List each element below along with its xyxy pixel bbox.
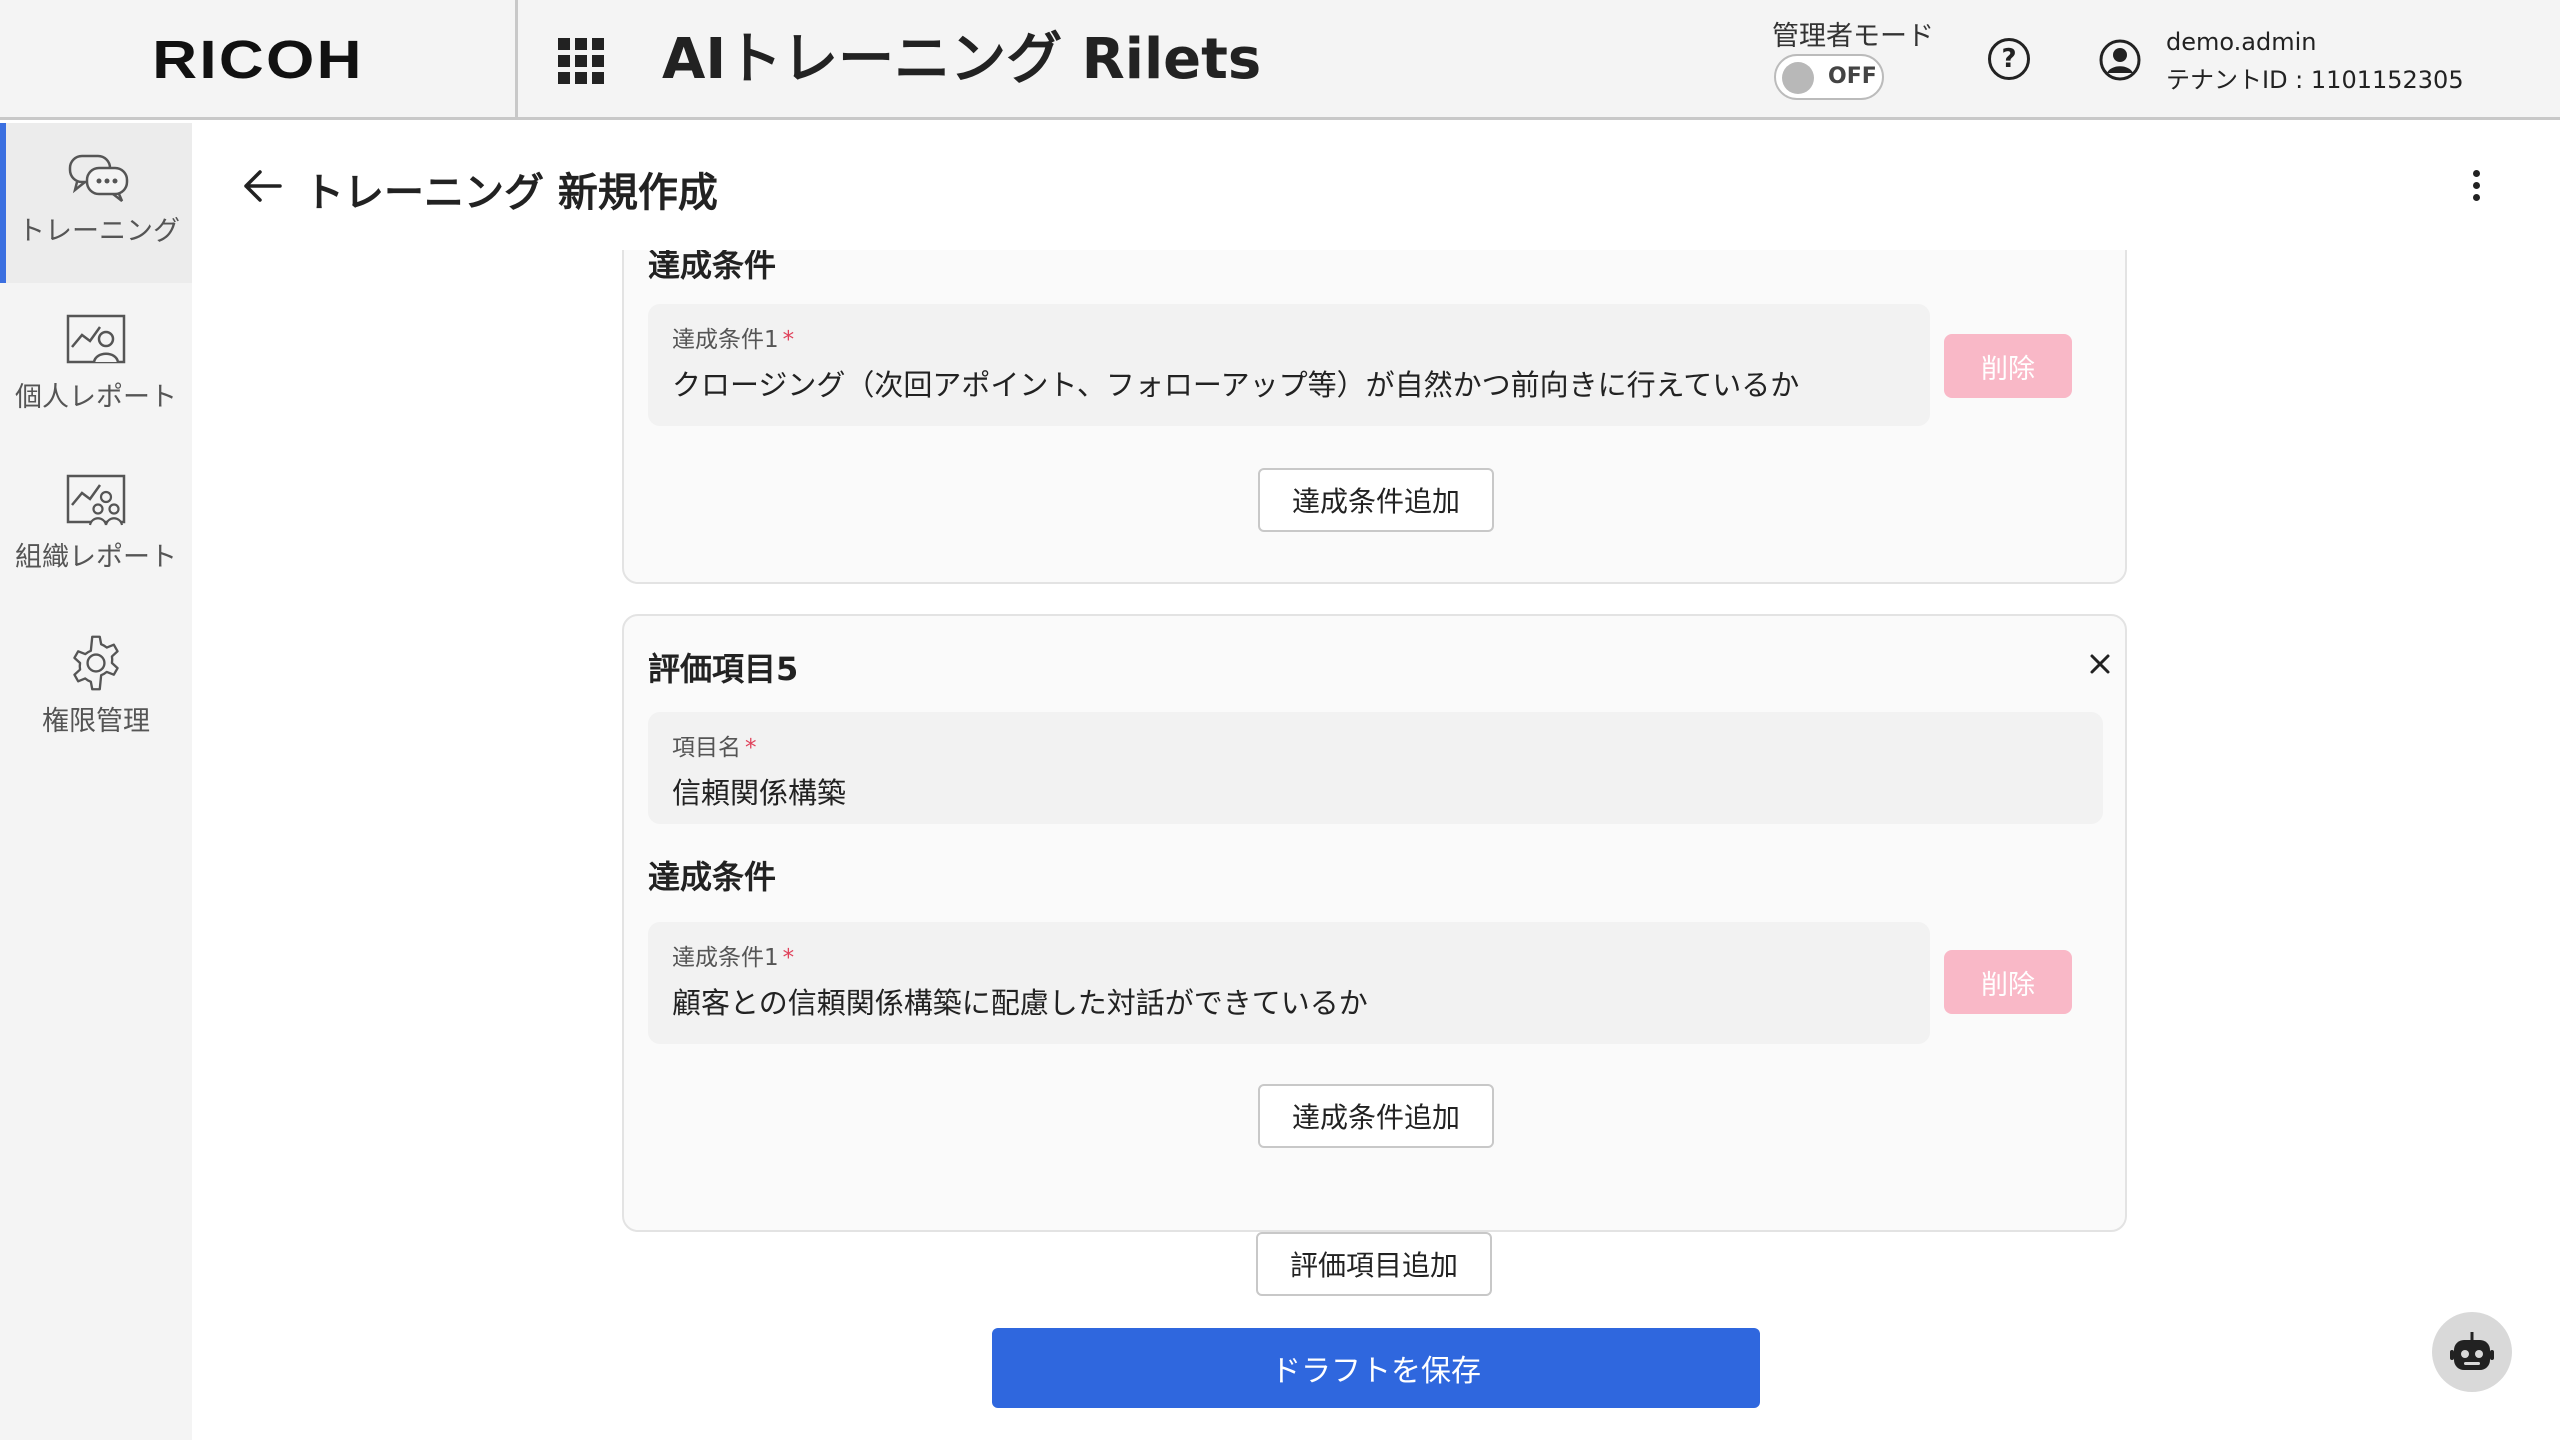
chat-bubbles-icon [68, 154, 129, 202]
conditions-heading: 達成条件 [648, 250, 777, 284]
evaluation-item-card-4: 達成条件 達成条件1 * クロージング（次回アポイント、フォローアップ等）が自然か… [622, 250, 2127, 584]
person-chart-icon [66, 314, 126, 364]
condition-field-value: 顧客との信頼関係構築に配慮した対話ができているか [672, 986, 1368, 1020]
admin-mode-toggle[interactable]: OFF [1774, 54, 1884, 100]
add-condition-button[interactable]: 達成条件追加 [1258, 468, 1494, 532]
item-name-label: 項目名 * [672, 735, 757, 761]
evaluation-item-card-5: 評価項目5 項目名 * 信頼関係構築 達成条件 達成条件1 * 顧客との信頼関係構築… [622, 614, 2127, 1232]
sidebar-item-label: 権限管理 [42, 706, 150, 737]
robot-icon [2450, 1332, 2494, 1370]
close-icon[interactable] [2088, 652, 2112, 676]
condition-field-1[interactable]: 達成条件1 * クロージング（次回アポイント、フォローアップ等）が自然かつ前向きに… [648, 304, 1930, 426]
more-vertical-icon[interactable] [2470, 170, 2482, 210]
sidebar-item-personal-report[interactable]: 個人レポート [0, 283, 192, 443]
tenant-id: テナントID : 1101152305 [2166, 66, 2464, 94]
toggle-state-text: OFF [1828, 64, 1877, 89]
page-title: トレーニング 新規作成 [304, 170, 718, 216]
save-draft-button[interactable]: ドラフトを保存 [992, 1328, 1760, 1408]
top-header: RICOH AIトレーニング Rilets 管理者モード OFF ? demo.… [0, 0, 2560, 120]
sidebar-item-label: トレーニング [18, 216, 180, 247]
help-icon[interactable]: ? [1988, 38, 2030, 80]
back-arrow-icon[interactable] [240, 164, 284, 208]
app-title: AIトレーニング Rilets [662, 27, 1262, 92]
gear-icon [73, 635, 119, 691]
sidebar-item-org-report[interactable]: 組織レポート [0, 443, 192, 603]
admin-mode-label: 管理者モード [1772, 21, 1934, 52]
user-account-icon[interactable] [2098, 38, 2142, 82]
chatbot-button[interactable] [2432, 1312, 2512, 1392]
sidebar-item-permissions[interactable]: 権限管理 [0, 603, 192, 763]
condition-field-label: 達成条件1 * [672, 327, 795, 353]
conditions-heading: 達成条件 [648, 858, 777, 896]
condition-field-value: クロージング（次回アポイント、フォローアップ等）が自然かつ前向きに行えているか [672, 368, 1800, 402]
brand-text: RICOH [151, 30, 364, 90]
sidebar-item-label: 組織レポート [15, 542, 177, 573]
delete-condition-button[interactable]: 削除 [1944, 950, 2072, 1014]
brand-logo[interactable]: RICOH [0, 0, 518, 120]
apps-grid-icon[interactable] [558, 38, 604, 84]
form-scroll-area[interactable]: 達成条件 達成条件1 * クロージング（次回アポイント、フォローアップ等）が自然か… [192, 250, 2560, 1440]
add-evaluation-item-button[interactable]: 評価項目追加 [1256, 1232, 1492, 1296]
delete-condition-button[interactable]: 削除 [1944, 334, 2072, 398]
item-name-field[interactable]: 項目名 * 信頼関係構築 [648, 712, 2103, 824]
add-condition-button[interactable]: 達成条件追加 [1258, 1084, 1494, 1148]
sidebar-item-training[interactable]: トレーニング [0, 123, 192, 283]
toggle-knob [1782, 62, 1814, 94]
user-name: demo.admin [2166, 28, 2317, 56]
condition-field-label: 達成条件1 * [672, 945, 795, 971]
sidebar-item-label: 個人レポート [15, 382, 177, 413]
evaluation-item-title: 評価項目5 [648, 650, 799, 688]
condition-field-1[interactable]: 達成条件1 * 顧客との信頼関係構築に配慮した対話ができているか [648, 922, 1930, 1044]
group-chart-icon [66, 474, 126, 526]
sidebar: トレーニング 個人レポート 組織レポート 権限管理 [0, 123, 192, 1440]
item-name-value: 信頼関係構築 [672, 776, 847, 810]
